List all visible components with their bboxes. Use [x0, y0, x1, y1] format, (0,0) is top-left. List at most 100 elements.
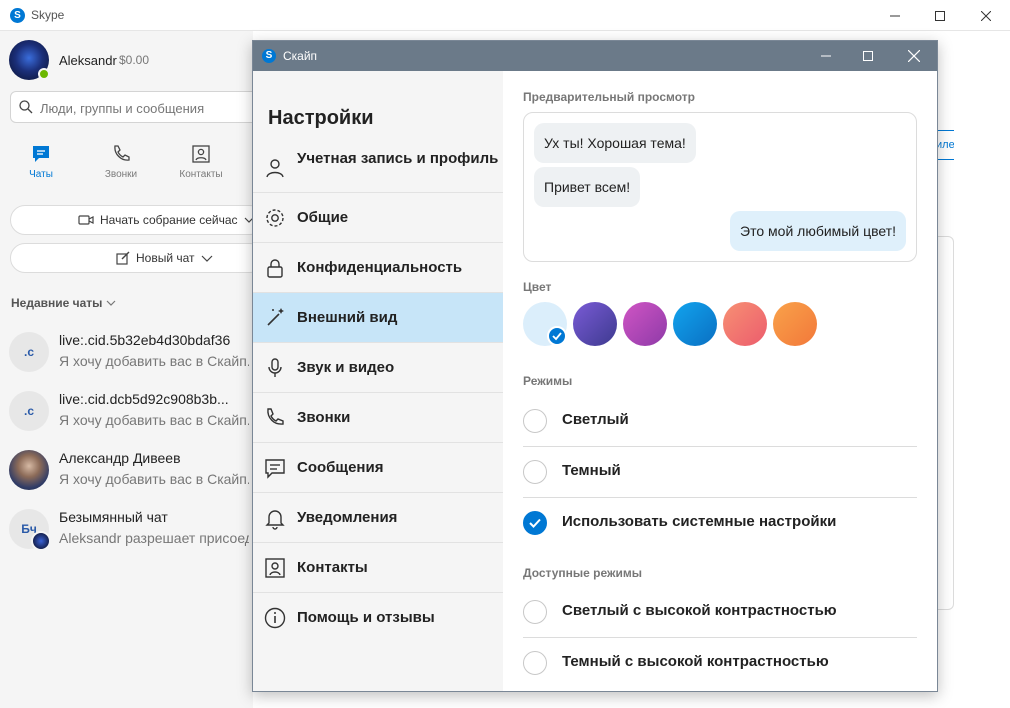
settings-nav-contacts[interactable]: Контакты: [253, 543, 503, 593]
start-meeting-button[interactable]: Начать собрание сейчас: [10, 205, 265, 235]
chat-list-item[interactable]: .c live:.cid.dcb5d92c908b3b... Я хочу до…: [0, 391, 253, 450]
settings-nav-account[interactable]: Учетная запись и профиль: [253, 143, 503, 193]
radio-label: Темный с высокой контрастностью: [562, 653, 829, 670]
color-swatch[interactable]: [573, 302, 617, 346]
color-swatch[interactable]: [673, 302, 717, 346]
color-swatch[interactable]: [723, 302, 767, 346]
settings-nav-notifications[interactable]: Уведомления: [253, 493, 503, 543]
close-button[interactable]: [963, 0, 1009, 31]
chat-list-item[interactable]: .c live:.cid.5b32eb4d30bdaf36 Я хочу доб…: [0, 332, 253, 391]
dialog-close-button[interactable]: [891, 41, 937, 71]
settings-nav-label: Уведомления: [297, 509, 398, 526]
mode-option-system[interactable]: Использовать системные настройки: [523, 498, 917, 549]
chat-name: live:.cid.5b32eb4d30bdaf36: [59, 332, 231, 348]
radio-button[interactable]: [523, 460, 547, 484]
microphone-icon: [268, 358, 282, 377]
search-placeholder: Люди, группы и сообщения: [40, 101, 205, 116]
minimize-icon: [821, 55, 831, 57]
recent-chats-toggle[interactable]: Недавние чаты: [11, 296, 116, 310]
avatar: .c: [9, 391, 49, 431]
sidebar: Aleksandr $0.00 Люди, группы и сообщения…: [0, 31, 265, 708]
settings-nav-label: Внешний вид: [297, 309, 398, 326]
minimize-button[interactable]: [872, 0, 918, 31]
radio-button[interactable]: [523, 409, 547, 433]
color-swatch-selected[interactable]: [523, 302, 567, 346]
chat-preview: Aleksandr разрешает присоединяться: [59, 530, 249, 546]
tab-calls-label: Звонки: [104, 169, 138, 180]
minimize-icon: [890, 15, 900, 16]
settings-nav-calls[interactable]: Звонки: [253, 393, 503, 443]
search-icon: [19, 100, 33, 114]
radio-label: Темный: [562, 462, 621, 479]
avatar: .c: [9, 332, 49, 372]
mode-option-dark-high-contrast[interactable]: Темный с высокой контрастностью: [523, 638, 917, 689]
chat-icon: [33, 146, 49, 162]
main-card-edge: [936, 236, 954, 610]
color-label: Цвет: [523, 280, 552, 294]
appearance-settings: Предварительный просмотр Ух ты! Хорошая …: [503, 71, 937, 691]
maximize-icon: [863, 51, 873, 61]
radio-label: Светлый с высокой контрастностью: [562, 602, 837, 619]
skype-logo-icon: S: [262, 49, 276, 63]
chat-preview: Я хочу добавить вас в Скайп.: [59, 353, 249, 369]
recent-chats-label: Недавние чаты: [11, 296, 103, 310]
chevron-down-icon: [106, 300, 116, 306]
dialog-title: Скайп: [283, 49, 318, 63]
new-chat-button[interactable]: Новый чат: [10, 243, 265, 273]
settings-nav-appearance[interactable]: Внешний вид: [253, 293, 503, 343]
theme-preview: Ух ты! Хорошая тема! Привет всем! Это мо…: [523, 112, 917, 262]
user-balance[interactable]: $0.00: [119, 53, 149, 67]
avatar-photo: [9, 450, 49, 490]
search-input[interactable]: Люди, группы и сообщения: [10, 91, 260, 123]
tab-contacts-label: Контакты: [179, 169, 223, 180]
contacts-icon: [265, 558, 285, 578]
settings-nav-label: Звонки: [297, 409, 351, 426]
color-swatch[interactable]: [623, 302, 667, 346]
preview-message-incoming: Привет всем!: [534, 167, 641, 207]
chevron-down-icon: [201, 255, 212, 262]
new-chat-label: Новый чат: [136, 251, 195, 265]
tab-chats-label: Чаты: [29, 169, 53, 180]
mode-option-light[interactable]: Светлый: [523, 396, 917, 447]
radio-button[interactable]: [523, 600, 547, 624]
close-icon: [981, 10, 991, 21]
tab-contacts[interactable]: Контакты: [171, 144, 231, 180]
user-name[interactable]: Aleksandr: [59, 53, 117, 68]
radio-label: Светлый: [562, 411, 629, 428]
settings-nav: Настройки Учетная запись и профиль Общие…: [253, 71, 503, 691]
radio-label: Использовать системные настройки: [562, 513, 837, 530]
bell-icon: [265, 510, 285, 530]
chat-name: Безымянный чат: [59, 509, 168, 525]
member-avatar: [31, 531, 51, 551]
maximize-button[interactable]: [917, 0, 963, 31]
checkmark-icon: [547, 326, 567, 346]
mode-option-dark[interactable]: Темный: [523, 447, 917, 498]
profile-link-fragment[interactable]: иле: [936, 130, 954, 160]
compose-icon: [116, 251, 130, 265]
settings-nav-general[interactable]: Общие: [253, 193, 503, 243]
settings-nav-privacy[interactable]: Конфиденциальность: [253, 243, 503, 293]
color-swatch[interactable]: [773, 302, 817, 346]
radio-button-checked[interactable]: [523, 511, 547, 535]
chat-name: live:.cid.dcb5d92c908b3b...: [59, 391, 229, 407]
radio-button[interactable]: [523, 651, 547, 675]
settings-dialog: S Скайп Настройки Учетная запись и профи…: [252, 40, 938, 692]
chat-list-item[interactable]: Бч Безымянный чат Aleksandr разрешает пр…: [0, 509, 253, 568]
settings-nav-help[interactable]: Помощь и отзывы: [253, 593, 503, 643]
preview-message-outgoing: Это мой любимый цвет!: [730, 211, 906, 251]
start-meeting-label: Начать собрание сейчас: [100, 213, 238, 227]
preview-label: Предварительный просмотр: [523, 90, 695, 104]
settings-nav-label: Конфиденциальность: [297, 259, 463, 276]
dialog-maximize-button[interactable]: [845, 41, 891, 71]
tab-chats[interactable]: Чаты: [11, 144, 71, 180]
mode-option-light-high-contrast[interactable]: Светлый с высокой контрастностью: [523, 587, 917, 638]
person-icon: [266, 159, 284, 178]
chat-list-item[interactable]: Александр Дивеев Я хочу добавить вас в С…: [0, 450, 253, 509]
video-camera-icon: [78, 215, 94, 225]
settings-nav-messages[interactable]: Сообщения: [253, 443, 503, 493]
window-title: Skype: [31, 8, 65, 22]
tab-calls[interactable]: Звонки: [91, 144, 151, 180]
lock-icon: [267, 259, 283, 278]
dialog-minimize-button[interactable]: [803, 41, 849, 71]
settings-nav-audio-video[interactable]: Звук и видео: [253, 343, 503, 393]
